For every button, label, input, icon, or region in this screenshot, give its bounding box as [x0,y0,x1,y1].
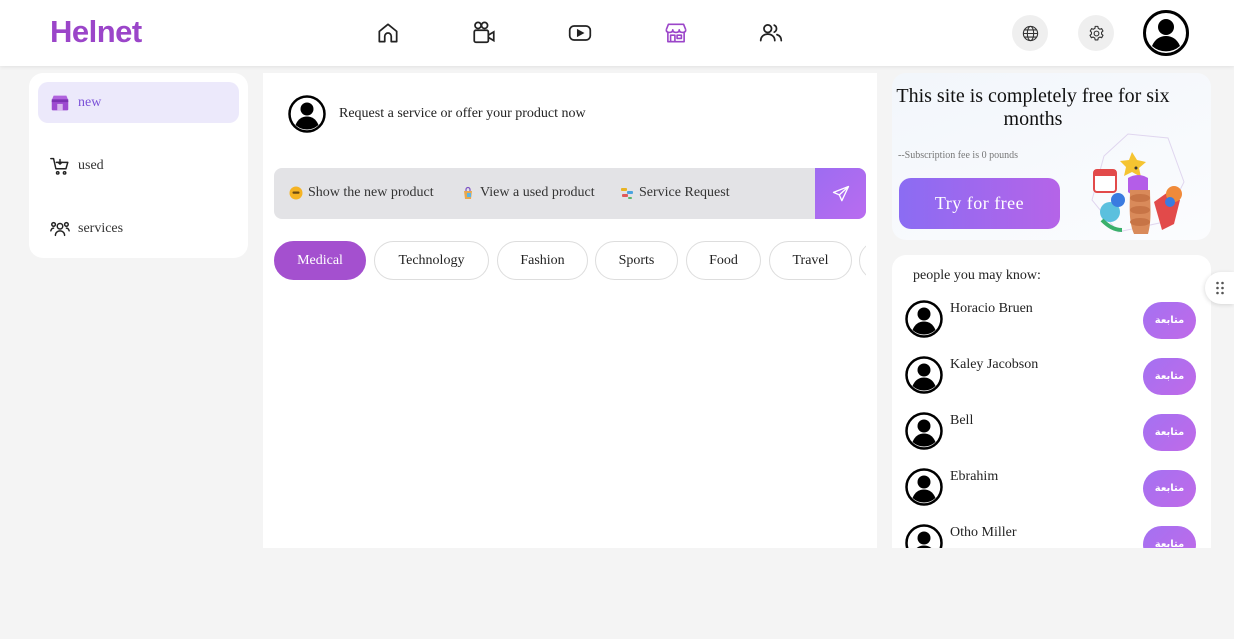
globe-icon [1022,25,1038,41]
left-sidebar: new used services [29,73,248,258]
user-avatar-icon[interactable] [905,300,943,338]
chip-travel[interactable]: Travel [769,241,852,280]
service-request-button[interactable]: Service Request [620,185,730,201]
compose-actions: Show the new product View a used product… [274,168,866,219]
list-item: Ebrahim متابعة [905,468,1205,514]
send-button[interactable] [815,168,866,219]
main-feed: Request a service or offer your product … [263,73,877,548]
settings-button[interactable] [1078,15,1114,51]
list-item: Kaley Jacobson متابعة [905,356,1205,402]
gear-icon [1088,25,1104,40]
person-name[interactable]: Ebrahim [950,469,998,485]
store-icon [665,23,687,43]
follow-button[interactable]: متابعة [1143,526,1196,548]
follow-button[interactable]: متابعة [1143,358,1196,395]
sidebar-item-used[interactable]: used [38,145,239,186]
language-button[interactable] [1012,15,1048,51]
cart-icon [48,154,72,178]
user-avatar-icon[interactable] [905,524,943,548]
person-name[interactable]: Kaley Jacobson [950,357,1038,373]
action-label: View a used product [480,185,595,200]
chip-food[interactable]: Food [686,241,761,280]
user-avatar-icon[interactable] [905,412,943,450]
promo-title: This site is completely free for six mon… [896,85,1170,130]
nav-home[interactable] [374,18,402,48]
people-you-may-know: people you may know: Horacio Bruen متابع… [892,255,1211,548]
sidebar-item-label: used [78,157,104,173]
list-item: Otho Miller متابعة [905,524,1205,548]
sidebar-item-new[interactable]: new [38,82,239,123]
group-icon [48,217,72,241]
video-call-icon [473,21,495,44]
nav-watch[interactable] [566,18,594,48]
compose-prompt-text: Request a service or offer your product … [339,106,586,121]
category-chips: Medical Technology Fashion Sports Food T… [274,241,866,281]
app-logo[interactable]: Helnet [50,14,142,50]
users-icon [759,24,783,42]
drag-handle[interactable] [1205,272,1234,304]
promo-card: This site is completely free for six mon… [892,73,1211,240]
people-title: people you may know: [913,268,1041,283]
sidebar-item-label: new [78,94,102,110]
nav-video-call[interactable] [470,18,498,48]
store-icon [48,91,72,115]
follow-button[interactable]: متابعة [1143,302,1196,339]
list-item: Horacio Bruen متابعة [905,300,1205,346]
sidebar-item-label: services [78,220,124,236]
promo-subtitle: --Subscription fee is 0 pounds [898,150,1018,161]
chip-more[interactable] [859,241,866,280]
user-avatar-icon[interactable] [905,356,943,394]
sidebar-item-services[interactable]: services [38,208,239,249]
compose-prompt[interactable]: Request a service or offer your product … [288,95,586,133]
nav-store[interactable] [662,18,690,48]
send-icon [832,185,849,201]
action-label: Show the new product [308,185,434,200]
home-icon [378,23,398,43]
chip-fashion[interactable]: Fashion [497,241,588,280]
follow-button[interactable]: متابعة [1143,414,1196,451]
promo-illustration [1091,133,1185,234]
chip-sports[interactable]: Sports [595,241,678,280]
try-for-free-button[interactable]: Try for free [899,178,1060,229]
person-name[interactable]: Horacio Bruen [950,301,1033,317]
follow-button[interactable]: متابعة [1143,470,1196,507]
nav-friends[interactable] [757,18,785,48]
user-avatar-icon[interactable] [905,468,943,506]
top-header: Helnet [0,0,1234,66]
bag-icon [464,186,472,199]
profile-avatar[interactable] [1143,10,1189,56]
action-label: Service Request [639,185,730,200]
chip-medical[interactable]: Medical [274,241,366,280]
drag-dots-icon [1215,281,1224,295]
person-name[interactable]: Bell [950,413,973,429]
tool-icon [621,188,633,199]
show-new-product-button[interactable]: Show the new product [289,185,434,201]
user-avatar-icon [1143,10,1189,56]
user-avatar-icon [288,95,326,133]
person-name[interactable]: Otho Miller [950,525,1017,541]
emoji-icon [289,186,303,200]
view-used-product-button[interactable]: View a used product [461,185,595,201]
chip-technology[interactable]: Technology [374,241,489,280]
play-icon [568,25,592,41]
list-item: Bell متابعة [905,412,1205,458]
